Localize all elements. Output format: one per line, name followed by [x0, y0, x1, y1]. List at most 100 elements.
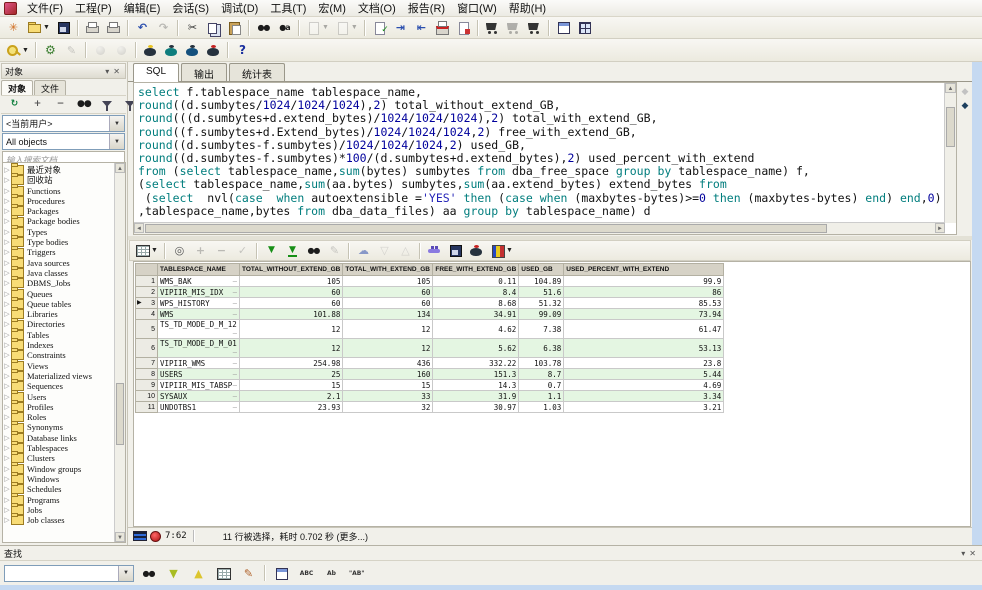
scroll-down-icon[interactable]: ▼ [115, 532, 125, 542]
row-header-cell[interactable]: 7 [136, 358, 158, 369]
table-row[interactable]: 9VIPIIR_MIS_TABSP—151514.30.74.69 [136, 380, 724, 391]
marker-diamond-icon[interactable]: ◆ [962, 86, 969, 97]
execute-button[interactable] [140, 40, 161, 61]
expand-icon[interactable]: ▷ [3, 186, 11, 196]
tree-item[interactable]: ▷Type bodies [3, 237, 125, 247]
grid-cell[interactable]: 5.44 [564, 369, 724, 380]
row-header-cell[interactable]: 1 [136, 276, 158, 287]
tree-item[interactable]: ▷Types [3, 227, 125, 237]
sort-data-button[interactable]: ☁ [353, 240, 374, 261]
cart-button[interactable] [482, 17, 503, 38]
expand-icon[interactable]: ▷ [3, 392, 11, 402]
grid-cell[interactable]: 60 [240, 287, 343, 298]
grid-cell[interactable]: 25 [240, 369, 343, 380]
row-header-cell[interactable]: 11 [136, 402, 158, 413]
grid-cell[interactable]: 8.4 [433, 287, 519, 298]
tree-item[interactable]: ▷Tablespaces [3, 443, 125, 453]
menu-item-10[interactable]: 窗口(W) [451, 0, 503, 17]
editor-vertical-scrollbar[interactable]: ▲ [944, 83, 956, 223]
expand-icon[interactable]: ▷ [3, 381, 11, 391]
expand-icon[interactable]: ▷ [3, 340, 11, 350]
tree-item[interactable]: ▷Triggers [3, 247, 125, 257]
tree-item[interactable]: ▷Profiles [3, 402, 125, 412]
find-text-button[interactable]: ●● [138, 563, 159, 584]
mark-all-button[interactable] [213, 563, 234, 584]
print-button[interactable] [82, 17, 103, 38]
tree-item[interactable]: ▷Directories [3, 319, 125, 329]
tree-item[interactable]: ▷回收站 [3, 175, 125, 185]
cut-button[interactable]: ✂ [182, 17, 203, 38]
grid-cell[interactable]: 31.9 [433, 391, 519, 402]
tree-item[interactable]: ▷Queues [3, 289, 125, 299]
grid-cell[interactable]: VIPIIR_MIS_IDX— [158, 287, 240, 298]
grid-cell[interactable]: VIPIIR_WMS— [158, 358, 240, 369]
fetch-pot-button[interactable] [182, 40, 203, 61]
expand-icon[interactable]: ▷ [3, 515, 11, 525]
grid-cell[interactable]: 8.68 [433, 298, 519, 309]
tree-item[interactable]: ▷Java sources [3, 258, 125, 268]
tree-item[interactable]: ▷Queue tables [3, 299, 125, 309]
window-list-button[interactable] [553, 17, 574, 38]
grid-cell[interactable]: 14.3 [433, 380, 519, 391]
print-preview-button[interactable] [103, 17, 124, 38]
find-input[interactable]: ▼ [4, 565, 134, 582]
tree-item[interactable]: ▷DBMS_Jobs [3, 278, 125, 288]
grid-cell[interactable]: WMS— [158, 309, 240, 320]
expand-icon[interactable]: ▷ [3, 443, 11, 453]
filter-objects-button[interactable] [95, 94, 118, 115]
find-next-button[interactable]: ▼ [163, 563, 184, 584]
table-row[interactable]: 1WMS_BAK—1051050.11104.8999.9 [136, 276, 724, 287]
grid-cell[interactable]: 30.97 [433, 402, 519, 413]
tree-item[interactable]: ▷最近对象 [3, 165, 125, 175]
tree-item[interactable]: ▷Job classes [3, 515, 125, 525]
grid-cell[interactable]: 101.88 [240, 309, 343, 320]
grid-cell[interactable]: 32 [343, 402, 433, 413]
scroll-right-icon[interactable]: ► [935, 223, 945, 233]
grid-cell[interactable]: 51.6 [519, 287, 564, 298]
fetch-last-page-button[interactable]: ▼ [282, 240, 303, 261]
grid-cell[interactable]: 3.21 [564, 402, 724, 413]
grid-cell[interactable]: 7.38 [519, 320, 564, 339]
grid-cell[interactable]: 5.62 [433, 339, 519, 358]
tree-find-button[interactable]: ●● [72, 94, 95, 115]
help-button[interactable]: ? [232, 40, 253, 61]
table-row[interactable]: 5TS_TD_MODE_D_M_12—12124.627.3861.47 [136, 320, 724, 339]
grid-cell[interactable]: 2.1 [240, 391, 343, 402]
table-row[interactable]: 11UNDOTBS1—23.933230.971.033.21 [136, 402, 724, 413]
grid-options-button[interactable]: ▼ [132, 240, 161, 261]
expand-icon[interactable]: ▷ [3, 412, 11, 422]
menu-item-8[interactable]: 文档(O) [352, 0, 402, 17]
single-record-view-button[interactable]: ◎ [169, 240, 190, 261]
tree-item[interactable]: ▷Schedules [3, 484, 125, 494]
table-row[interactable]: 10SYSAUX—2.13331.91.13.34 [136, 391, 724, 402]
menu-item-1[interactable]: 文件(F) [21, 0, 69, 17]
marker-diamond-icon[interactable]: ◆ [962, 100, 969, 111]
grid-cell[interactable]: 12 [343, 339, 433, 358]
cell-browse-icon[interactable]: — [233, 277, 237, 286]
grid-cell[interactable]: 12 [240, 339, 343, 358]
new-item-button[interactable]: ✳ [3, 17, 24, 38]
find-replace-button[interactable]: ●a [274, 17, 295, 38]
grid-cell[interactable]: VIPIIR_MIS_TABSP— [158, 380, 240, 391]
pin-icon[interactable]: ▾ [103, 67, 111, 76]
expand-icon[interactable]: ▷ [3, 175, 11, 185]
expand-icon[interactable]: ▷ [3, 289, 11, 299]
sidebar-tab-文件[interactable]: 文件 [34, 80, 66, 95]
grid-column-header[interactable]: TOTAL_WITHOUT_EXTEND_GB [240, 264, 343, 276]
table-row[interactable]: 6TS_TD_MODE_D_M_01—12125.626.3853.13 [136, 339, 724, 358]
row-header-cell[interactable]: 5 [136, 320, 158, 339]
expand-icon[interactable]: ▷ [3, 361, 11, 371]
menu-item-2[interactable]: 工程(P) [69, 0, 118, 17]
tree-item[interactable]: ▷Tables [3, 330, 125, 340]
grid-cell[interactable]: 254.98 [240, 358, 343, 369]
row-header-cell[interactable]: 8 [136, 369, 158, 380]
collapse-node-button[interactable]: − [49, 94, 72, 115]
tree-item[interactable]: ▷Windows [3, 474, 125, 484]
expand-icon[interactable]: ▷ [3, 350, 11, 360]
refresh-query-button[interactable] [466, 240, 487, 261]
link-query-button[interactable] [424, 240, 445, 261]
whole-words-button[interactable]: ABC [296, 563, 317, 584]
grid-cell[interactable]: 60 [343, 298, 433, 309]
cell-browse-icon[interactable]: — [233, 348, 237, 357]
grid-cell[interactable]: 23.8 [564, 358, 724, 369]
